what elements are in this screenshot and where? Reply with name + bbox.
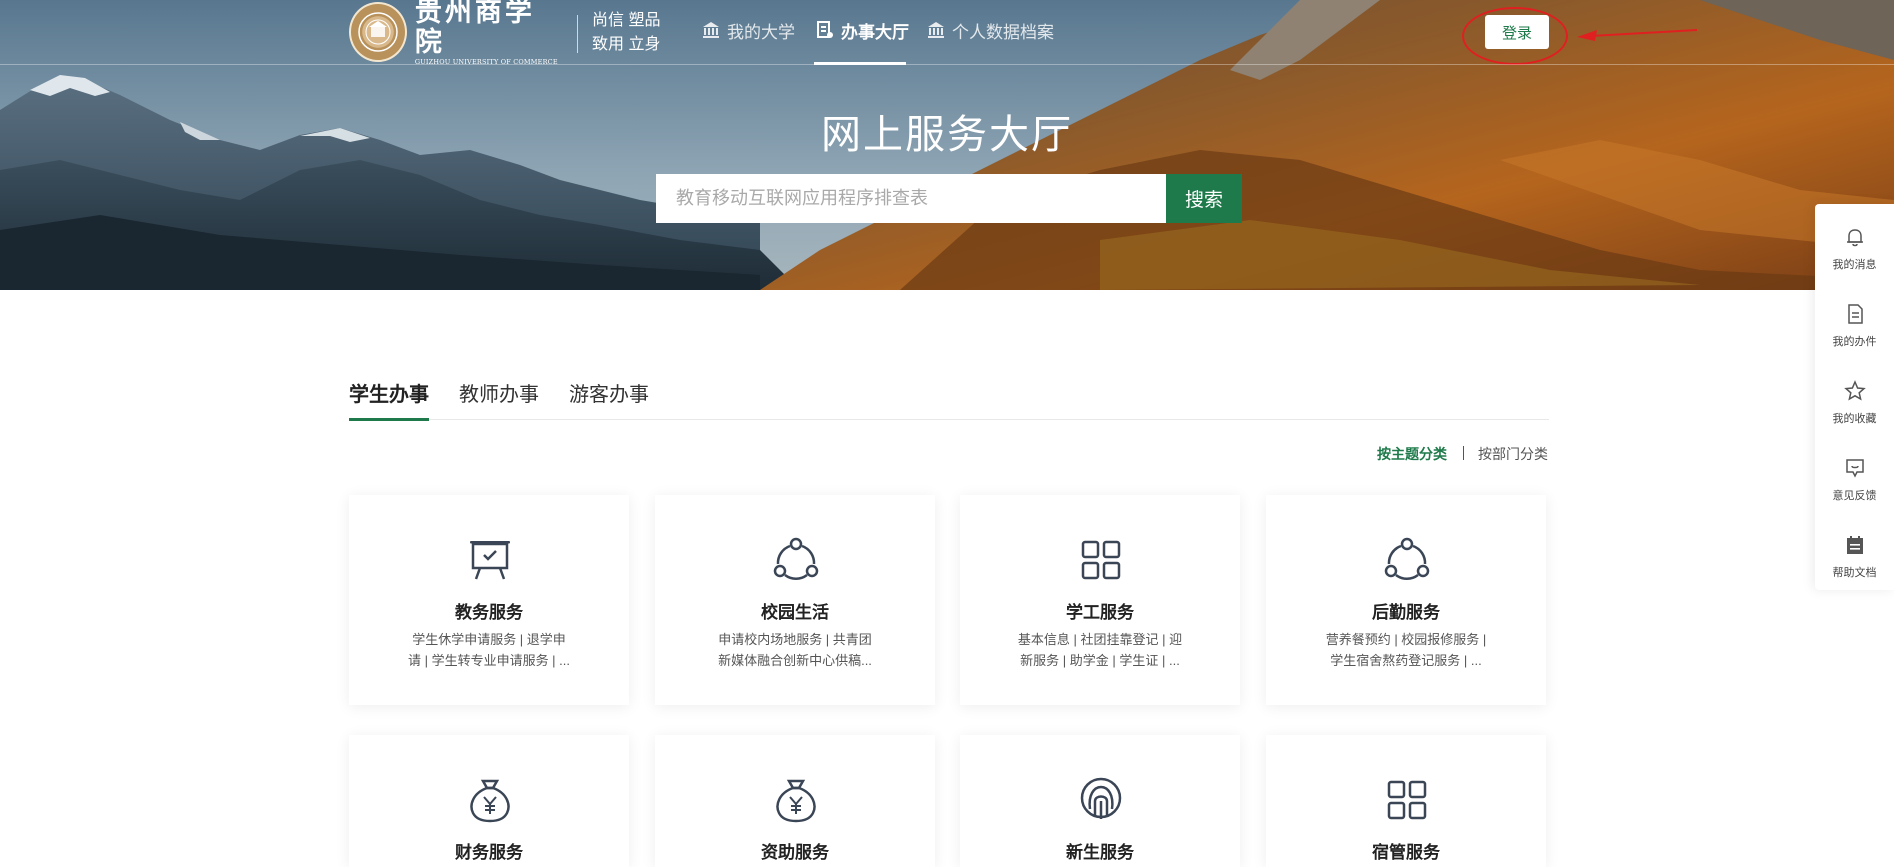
card-desc-line: 学生休学申请服务 | 退学申: [412, 632, 566, 647]
topbar-divider: [0, 64, 1894, 65]
feedback-icon: [1846, 459, 1864, 478]
service-card-freshman[interactable]: 新生服务: [960, 735, 1240, 867]
bank-icon: [701, 20, 721, 40]
grid-apps-icon: [1081, 540, 1121, 580]
share-network-icon: [773, 537, 819, 580]
annotation-arrow-icon: [1577, 29, 1698, 41]
tab-active-indicator: [349, 418, 429, 421]
service-doc-icon: [815, 20, 835, 40]
nav-label: 我的大学: [727, 22, 795, 42]
card-title: 新生服务: [1066, 843, 1134, 862]
sidebar-label: 帮助文档: [1832, 567, 1877, 579]
bank-icon: [926, 20, 946, 40]
tab-student-affairs[interactable]: 学生办事: [349, 380, 429, 420]
card-desc-line: 申请校内场地服务 | 共青团: [718, 632, 872, 647]
card-desc-line: 营养餐预约 | 校园报修服务 |: [1325, 632, 1487, 647]
annotation-circle: [1462, 7, 1568, 65]
nav-my-university[interactable]: 我的大学: [701, 18, 795, 42]
sidebar-item-favorites[interactable]: 我的收藏: [1815, 368, 1894, 428]
share-network-icon: [1384, 537, 1430, 580]
calendar-doc-icon: [1847, 536, 1863, 554]
floating-sidebar: 我的消息 我的办件 我的收藏 意见反馈 帮助文档: [1815, 204, 1894, 590]
page-title: 网上服务大厅: [821, 113, 1073, 157]
card-title: 财务服务: [455, 843, 523, 862]
top-navigation-bar: 贵州商学院 GUIZHOU UNIVERSITY OF COMMERCE 尚信 …: [0, 0, 1894, 66]
logo-name-en: GUIZHOU UNIVERSITY OF COMMERCE: [414, 57, 558, 66]
service-card-campus-life[interactable]: 校园生活 申请校内场地服务 | 共青团 新媒体融合创新中心供稿...: [655, 495, 935, 705]
card-desc-line: 基本信息 | 社团挂靠登记 | 迎: [1017, 632, 1183, 647]
sidebar-item-my-cases[interactable]: 我的办件: [1815, 291, 1894, 351]
logo-name-cn: 贵州商学院: [414, 0, 535, 58]
card-desc-line: 请 | 学生转专业申请服务 | ...: [407, 653, 571, 668]
nav-label: 办事大厅: [841, 22, 909, 42]
sidebar-item-messages[interactable]: 我的消息: [1815, 214, 1894, 274]
nav-personal-archive[interactable]: 个人数据档案: [926, 18, 1054, 42]
bell-icon: [1847, 229, 1863, 247]
service-card-finance[interactable]: 财务服务: [349, 735, 629, 867]
card-description: 申请校内场地服务 | 共青团 新媒体融合创新中心供稿...: [705, 629, 885, 671]
service-card-financial-aid[interactable]: 资助服务: [655, 735, 935, 867]
sort-by-department[interactable]: 按部门分类: [1478, 444, 1548, 464]
university-slogan: 尚信 塑品 致用 立身: [592, 9, 660, 57]
tab-teacher-affairs[interactable]: 教师办事: [459, 380, 539, 420]
fingerprint-badge-icon: [1080, 777, 1122, 819]
sidebar-label: 我的消息: [1832, 259, 1877, 271]
sidebar-item-help-docs[interactable]: 帮助文档: [1815, 522, 1894, 582]
role-tabs: 学生办事 教师办事 游客办事: [349, 380, 1549, 421]
slogan-line-2: 致用 立身: [592, 36, 661, 53]
nav-label: 个人数据档案: [952, 22, 1054, 42]
money-bag-icon: [776, 779, 816, 823]
money-bag-icon: [470, 779, 510, 823]
sidebar-label: 我的办件: [1832, 336, 1877, 348]
card-description: 基本信息 | 社团挂靠登记 | 迎 新服务 | 助学金 | 学生证 | ...: [1010, 629, 1190, 671]
grid-apps-icon: [1387, 780, 1427, 820]
card-title: 后勤服务: [1372, 603, 1440, 622]
service-card-logistics[interactable]: 后勤服务 营养餐预约 | 校园报修服务 | 学生宿舍熬药登记服务 | ...: [1266, 495, 1546, 705]
slogan-divider: [577, 15, 578, 53]
card-title: 教务服务: [455, 603, 523, 622]
card-title: 宿管服务: [1372, 843, 1440, 862]
sort-by-topic[interactable]: 按主题分类: [1377, 444, 1447, 464]
university-logo[interactable]: 贵州商学院 GUIZHOU UNIVERSITY OF COMMERCE: [349, 0, 559, 66]
document-icon: [1848, 304, 1863, 324]
card-description: 学生休学申请服务 | 退学申 请 | 学生转专业申请服务 | ...: [399, 629, 579, 671]
card-desc-line: 新服务 | 助学金 | 学生证 | ...: [1020, 653, 1180, 668]
nav-service-hall[interactable]: 办事大厅: [815, 18, 909, 42]
star-icon: [1844, 380, 1866, 401]
university-seal-icon: [349, 2, 407, 62]
card-desc-line: 新媒体融合创新中心供稿...: [718, 653, 872, 668]
card-title: 资助服务: [761, 843, 829, 862]
presentation-board-icon: [470, 541, 510, 580]
slogan-line-1: 尚信 塑品: [592, 12, 661, 29]
sidebar-item-feedback[interactable]: 意见反馈: [1815, 445, 1894, 505]
sort-divider: [1463, 446, 1464, 460]
card-desc-line: 学生宿舍熬药登记服务 | ...: [1330, 653, 1482, 668]
hero-banner: 贵州商学院 GUIZHOU UNIVERSITY OF COMMERCE 尚信 …: [0, 0, 1894, 290]
service-card-student-affairs[interactable]: 学工服务 基本信息 | 社团挂靠登记 | 迎 新服务 | 助学金 | 学生证 |…: [960, 495, 1240, 705]
card-title: 校园生活: [761, 603, 829, 622]
search-input[interactable]: [656, 174, 1166, 223]
search-button[interactable]: 搜索: [1166, 174, 1242, 223]
service-card-dormitory[interactable]: 宿管服务: [1266, 735, 1546, 867]
card-description: 营养餐预约 | 校园报修服务 | 学生宿舍熬药登记服务 | ...: [1316, 629, 1496, 671]
service-card-academic[interactable]: 教务服务 学生休学申请服务 | 退学申 请 | 学生转专业申请服务 | ...: [349, 495, 629, 705]
sidebar-label: 我的收藏: [1832, 413, 1877, 425]
tab-visitor-affairs[interactable]: 游客办事: [569, 380, 649, 420]
sidebar-label: 意见反馈: [1832, 490, 1877, 502]
card-title: 学工服务: [1066, 603, 1134, 622]
